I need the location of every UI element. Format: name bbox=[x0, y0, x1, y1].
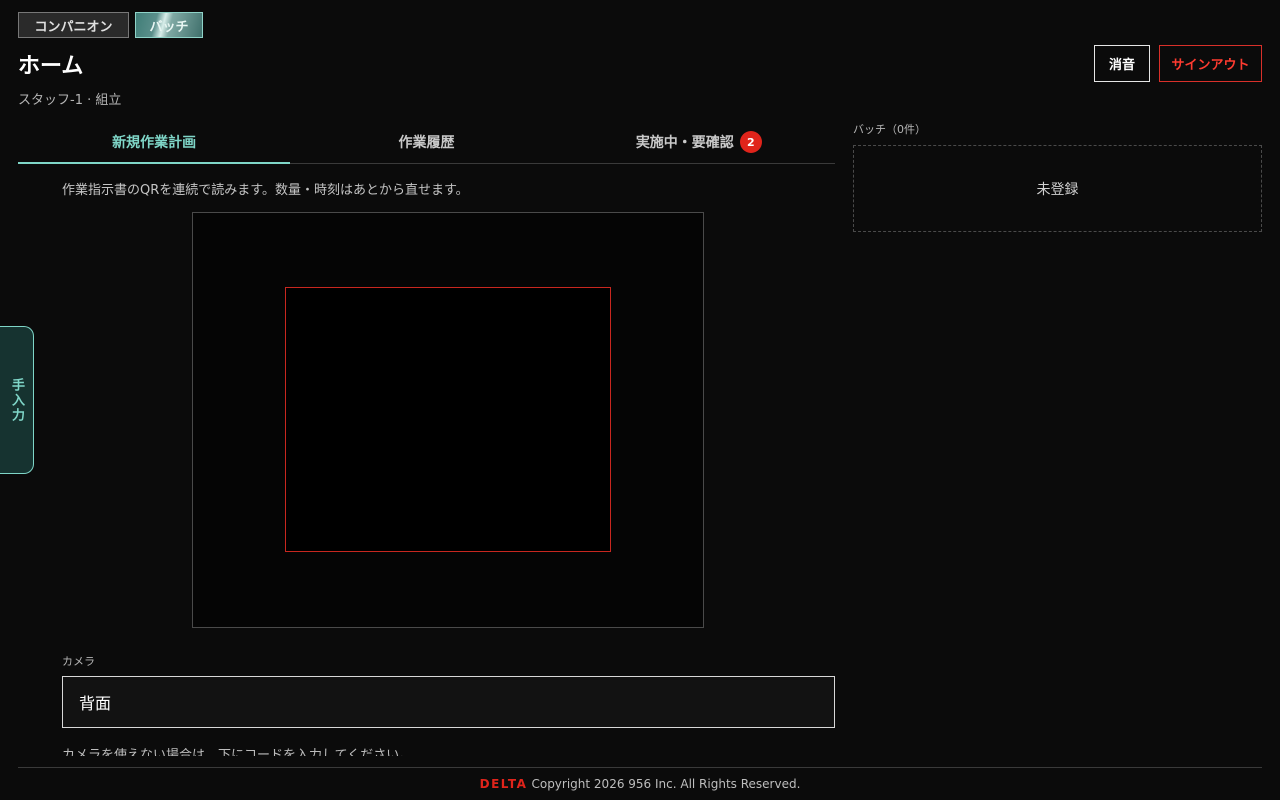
page-title: ホーム bbox=[18, 54, 84, 79]
batch-empty-text: 未登録 bbox=[1036, 181, 1079, 198]
scan-target-frame bbox=[285, 287, 611, 552]
tab-label: 新規作業計画 bbox=[112, 135, 197, 151]
tab-new-work-plan[interactable]: 新規作業計画 bbox=[18, 121, 291, 164]
camera-label: カメラ bbox=[62, 655, 95, 668]
qr-scanner-viewport bbox=[192, 212, 704, 628]
batch-label: バッチ（0件） bbox=[853, 123, 926, 136]
batch-list-empty: 未登録 bbox=[853, 145, 1262, 232]
camera-help-line: カメラを使えない場合は、下にコードを入力してください。 bbox=[62, 748, 413, 756]
tab-work-history[interactable]: 作業履歴 bbox=[290, 121, 562, 163]
manual-input-tab[interactable]: 手入力 bbox=[0, 326, 34, 474]
footer-brand: DELTA bbox=[479, 777, 528, 791]
top-actions: 消音 サインアウト bbox=[1094, 45, 1262, 82]
main-tabs: 新規作業計画 作業履歴 実施中・要確認 2 bbox=[18, 121, 835, 164]
footer-copyright: Copyright 2026 956 Inc. All Rights Reser… bbox=[531, 777, 801, 791]
camera-help-text: カメラを使えない場合は、下にコードを入力してください。 bbox=[62, 748, 835, 756]
companion-mode-button[interactable]: コンパニオン bbox=[18, 12, 129, 38]
scan-instruction: 作業指示書のQRを連続で読みます。数量・時刻はあとから直せます。 bbox=[62, 183, 469, 198]
footer: DELTA Copyright 2026 956 Inc. All Rights… bbox=[18, 767, 1262, 800]
batch-mode-button[interactable]: バッチ bbox=[135, 12, 203, 38]
user-info: スタッフ-1 · 組立 bbox=[18, 93, 122, 108]
manual-input-label: 手入力 bbox=[9, 377, 24, 423]
tab-label: 作業履歴 bbox=[398, 135, 455, 151]
mute-button[interactable]: 消音 bbox=[1094, 45, 1150, 82]
camera-select-value: 背面 bbox=[79, 694, 112, 713]
tab-label: 実施中・要確認 bbox=[635, 135, 734, 151]
mode-switch: コンパニオン バッチ bbox=[18, 12, 203, 38]
count-badge: 2 bbox=[739, 131, 762, 153]
tab-in-progress[interactable]: 実施中・要確認 2 bbox=[563, 121, 835, 163]
camera-select[interactable]: 背面 bbox=[62, 676, 835, 728]
signout-button[interactable]: サインアウト bbox=[1159, 45, 1262, 82]
